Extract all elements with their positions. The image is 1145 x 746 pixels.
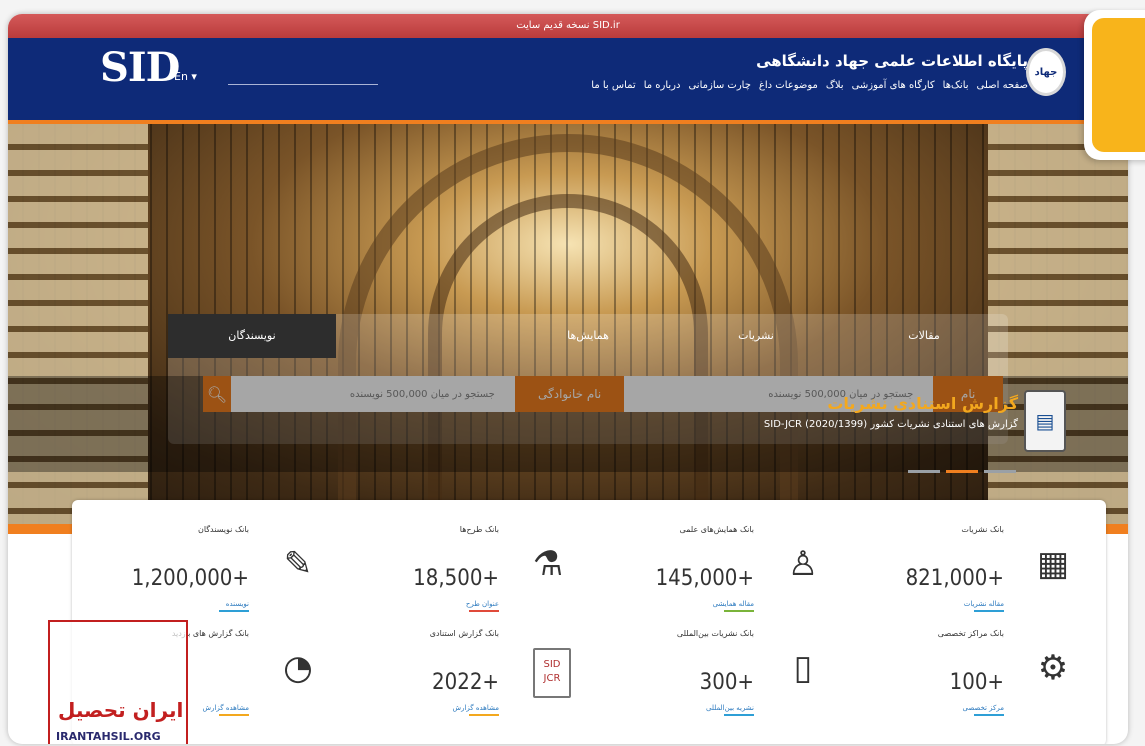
stat-centers[interactable]: بانک مراکز تخصصی 100+ مرکز تخصصی ⚙ [866, 628, 1086, 738]
old-site-link[interactable]: نسخه قدیم سایت SID.ir [8, 14, 1128, 38]
mobile-doc-icon: ▯ [793, 648, 813, 688]
watermark-text: ایران تحصیل [58, 698, 184, 722]
header-search-line[interactable] [228, 84, 378, 85]
nav-item-workshops[interactable]: کارگاه های آموزشی [852, 80, 935, 91]
stat-underline [974, 714, 1004, 716]
tab-articles[interactable]: مقالات [840, 314, 1008, 358]
stat-value: 821,000+ [905, 566, 1004, 591]
stat-underline [219, 610, 249, 612]
stat-underline [469, 714, 499, 716]
stat-label: بانک نشریات [961, 525, 1004, 534]
nav-item-blog[interactable]: بلاگ [826, 80, 844, 91]
stat-value: 2022+ [432, 670, 499, 695]
carousel-dot[interactable] [984, 470, 1016, 473]
stat-value: 145,000+ [655, 566, 754, 591]
stat-underline [974, 610, 1004, 612]
stat-link[interactable]: نشریه بین‌المللی [634, 704, 754, 712]
stat-label: بانک همایش‌های علمی [679, 525, 754, 534]
report-title[interactable]: گزارش استنادی نشریات [827, 394, 1018, 413]
stat-link[interactable]: عنوان طرح [379, 600, 499, 608]
pen-icon: ✎ [283, 544, 313, 584]
tab-conferences[interactable]: همایش‌ها [504, 314, 672, 358]
language-label: En [174, 70, 188, 83]
stat-underline [724, 714, 754, 716]
site-logo[interactable]: SID [100, 44, 180, 91]
side-badge [1084, 10, 1145, 160]
stat-journals[interactable]: بانک نشریات 821,000+ مقاله نشریات ▦ [866, 524, 1086, 634]
watermark-url: IRANTAHSIL.ORG [56, 730, 161, 743]
chevron-down-icon: ▾ [191, 70, 197, 83]
stat-label: بانک نشریات بین‌المللی [676, 629, 754, 638]
microscope-icon: ⚗ [532, 544, 564, 584]
carousel-dot-active[interactable] [946, 470, 978, 473]
stat-label: بانک طرح‌ها [459, 525, 499, 534]
stats-card: بانک نشریات 821,000+ مقاله نشریات ▦ بانک… [72, 500, 1106, 744]
stat-value: 1,200,000+ [131, 566, 249, 591]
language-switch[interactable]: En ▾ [174, 70, 197, 83]
report-subtitle: گزارش های استنادی نشریات کشور SID-JCR (2… [763, 419, 1018, 430]
main-nav: صفحه اصلی بانک‌ها کارگاه های آموزشی بلاگ… [591, 80, 1028, 91]
tab-authors[interactable]: نویسندگان [168, 314, 336, 358]
tab-journals[interactable]: نشریات [672, 314, 840, 358]
stat-authors[interactable]: بانک نویسندگان 1,200,000+ نویسنده ✎ [111, 524, 331, 634]
stat-label: بانک گزارش استنادی [429, 629, 499, 638]
stat-citation-report[interactable]: بانک گزارش استنادی 2022+ مشاهده گزارش SI… [361, 628, 581, 738]
irantahsil-watermark-logo: ایران تحصیل IRANTAHSIL.ORG [48, 620, 188, 744]
nav-item-home[interactable]: صفحه اصلی [977, 80, 1028, 91]
report-chart-icon: ◔ [283, 648, 313, 688]
stat-link[interactable]: مرکز تخصصی [884, 704, 1004, 712]
stat-link[interactable]: مقاله همایشی [634, 600, 754, 608]
stat-value: 100+ [949, 670, 1004, 695]
journal-icon: ▦ [1036, 544, 1070, 584]
sid-jcr-icon: SID JCR [533, 648, 571, 698]
stat-link[interactable]: نویسنده [129, 600, 249, 608]
nav-item-hot-topics[interactable]: موضوعات داغ [759, 80, 818, 91]
gear-hex-icon: ⚙ [1037, 648, 1069, 688]
stat-value: 300+ [699, 670, 754, 695]
stat-label: بانک نویسندگان [197, 525, 249, 534]
tab-projects[interactable] [336, 314, 504, 358]
stat-link[interactable]: مقاله نشریات [884, 600, 1004, 608]
stat-underline [469, 610, 499, 612]
carousel-dot[interactable] [908, 470, 940, 473]
stat-underline [219, 714, 249, 716]
stat-intl-journals[interactable]: بانک نشریات بین‌المللی 300+ نشریه بین‌ال… [616, 628, 836, 738]
nav-item-contact[interactable]: تماس با ما [591, 80, 635, 91]
jahad-emblem-logo[interactable]: جهاد [1026, 48, 1066, 96]
stat-underline [724, 610, 754, 612]
carousel-dots [908, 470, 1016, 473]
stat-link[interactable]: مشاهده گزارش [379, 704, 499, 712]
stat-conferences[interactable]: بانک همایش‌های علمی 145,000+ مقاله همایش… [616, 524, 836, 634]
stat-value: 18,500+ [413, 566, 499, 591]
lectern-icon: ♙ [787, 544, 819, 584]
stat-label: بانک مراکز تخصصی [937, 629, 1004, 638]
stat-projects[interactable]: بانک طرح‌ها 18,500+ عنوان طرح ⚗ [361, 524, 581, 634]
search-tabs: مقالات نشریات همایش‌ها نویسندگان [168, 314, 1008, 358]
nav-item-about[interactable]: درباره ما [644, 80, 681, 91]
side-badge-fill [1092, 18, 1145, 152]
report-document-icon[interactable]: ▤ [1024, 390, 1066, 452]
nav-item-org-chart[interactable]: چارت سازمانی [688, 80, 750, 91]
browser-frame: نسخه قدیم سایت SID.ir SID En ▾ پایگاه اط… [8, 14, 1128, 744]
site-title: پایگاه اطلاعات علمی جهاد دانشگاهی [756, 52, 1028, 70]
nav-item-banks[interactable]: بانک‌ها [943, 80, 969, 91]
